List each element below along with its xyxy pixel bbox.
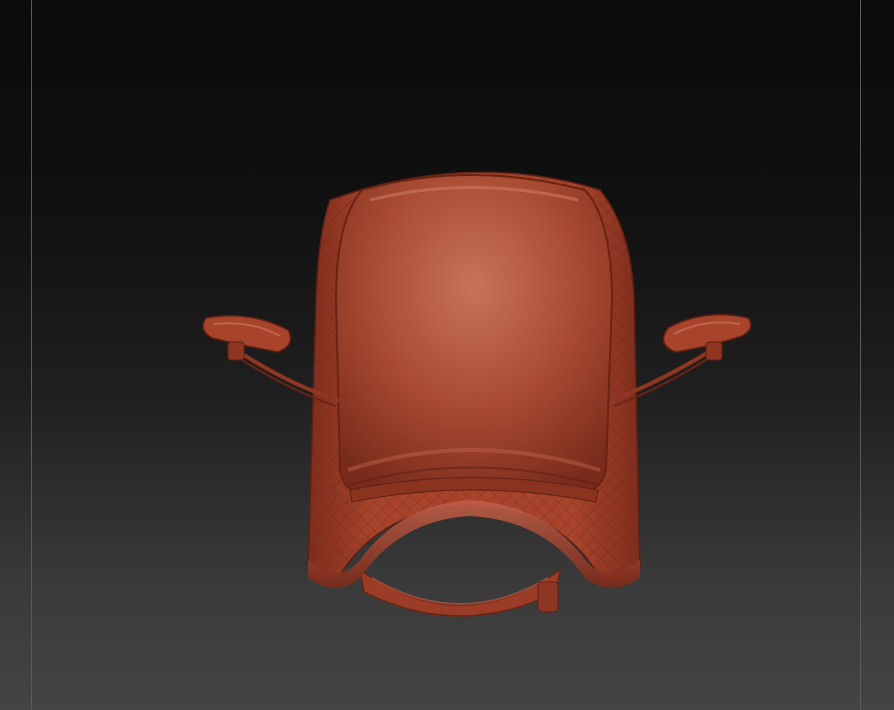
saddle-seat — [334, 174, 614, 503]
saddle-model[interactable] — [0, 0, 894, 710]
3d-viewport[interactable] — [0, 0, 894, 710]
girth-strap — [358, 568, 562, 617]
